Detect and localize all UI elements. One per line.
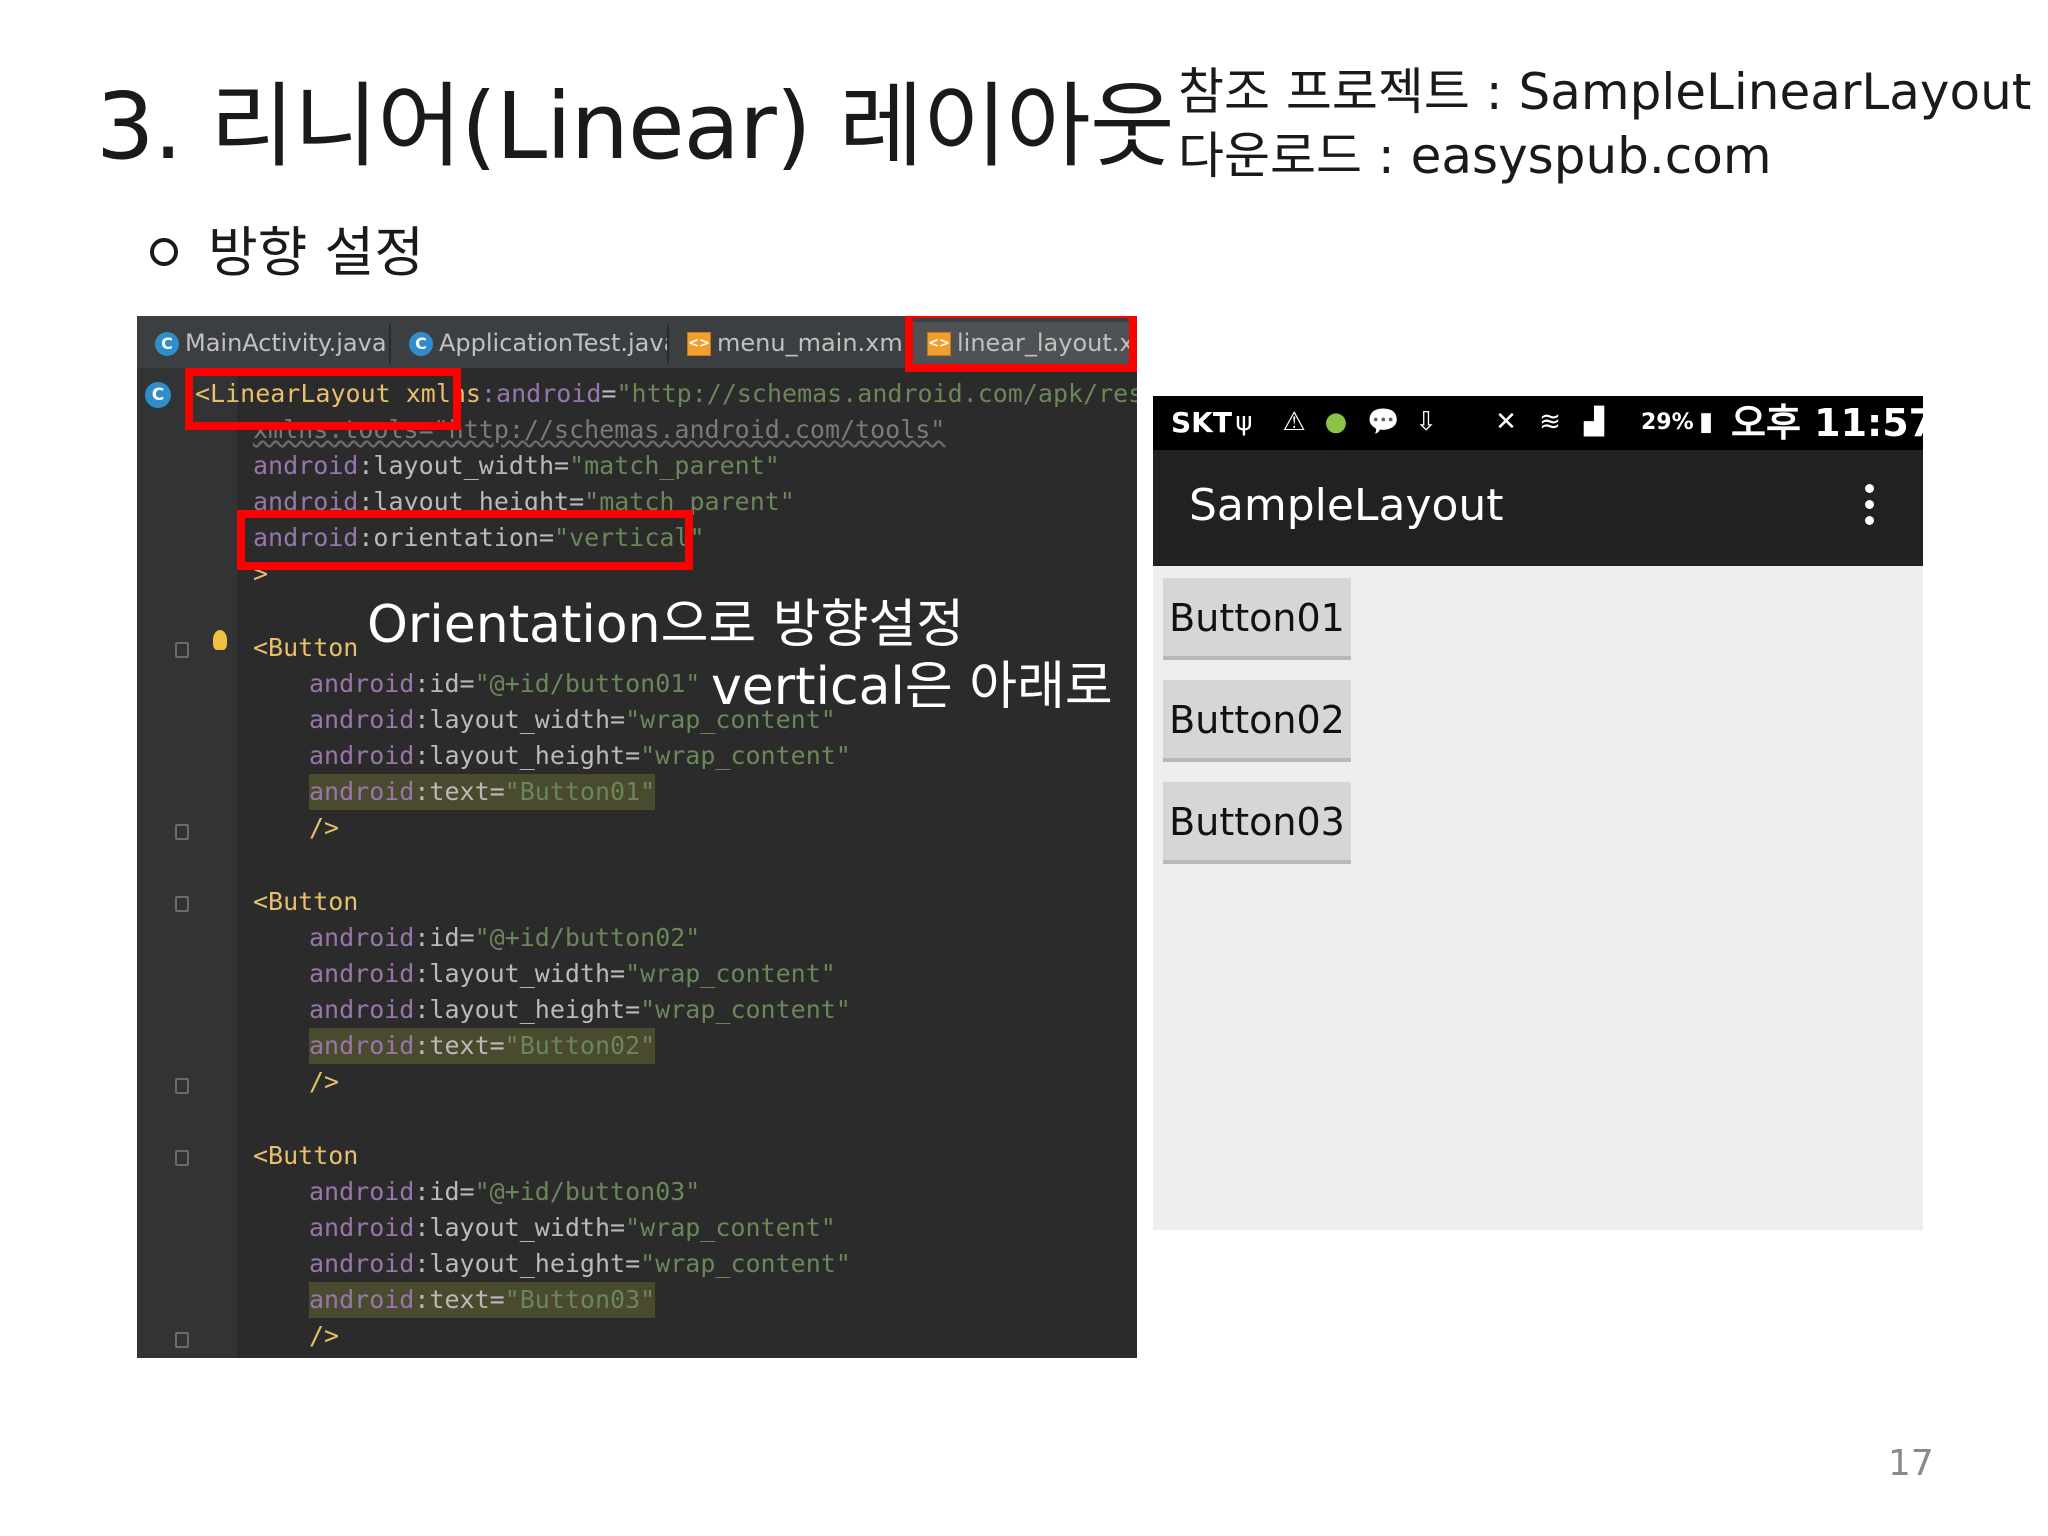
android-icon: ● xyxy=(1324,407,1348,437)
carrier-label: SKT xyxy=(1171,406,1232,439)
code-line: <Button xyxy=(253,887,359,916)
code-line: android:id="@+id/button02" xyxy=(309,923,701,952)
code-line: android:layout_width="match_parent" xyxy=(253,451,780,480)
usb-icon: ψ xyxy=(1235,407,1253,437)
code-line: android:layout_width="wrap_content" xyxy=(309,959,836,988)
wifi-icon: ≋ xyxy=(1539,407,1561,437)
highlight-box-linearlayout xyxy=(185,368,461,430)
button-01[interactable]: Button01 xyxy=(1163,578,1351,660)
android-phone-screenshot: SKT ψ ⚠ ● 💬 ⇩ ✕ ≋ ▟ 29% ▮ 오후 11:57 Sampl… xyxy=(1153,396,1923,1230)
code-line: android:layout_height="wrap_content" xyxy=(309,1249,851,1278)
slide-title: 3. 리니어(Linear) 레이아웃 xyxy=(96,73,1174,180)
fold-marker-icon xyxy=(175,824,189,840)
tab-menu-main-xml[interactable]: <>menu_main.xml× xyxy=(669,322,937,364)
tab-mainactivity[interactable]: CMainActivity.java× xyxy=(137,322,414,364)
tab-applicationtest[interactable]: CApplicationTest.java× xyxy=(391,322,706,364)
reference-download: 다운로드 : easyspub.com xyxy=(1178,127,1772,185)
code-line: android:layout_width="wrap_content" xyxy=(309,1213,836,1242)
code-line: android:id="@+id/button01" xyxy=(309,669,701,698)
class-marker-icon: C xyxy=(145,382,171,408)
code-line: /> xyxy=(309,813,340,842)
code-line: /> xyxy=(309,1321,340,1350)
bullet-circle-icon xyxy=(150,238,178,267)
xml-file-icon: <> xyxy=(687,332,711,356)
talk-icon: 💬 xyxy=(1367,407,1400,437)
button-02[interactable]: Button02 xyxy=(1163,680,1351,762)
code-line-text: android:text="Button03" xyxy=(309,1282,656,1318)
code-line: <Button xyxy=(253,1141,359,1170)
ide-editor-screenshot: CMainActivity.java× CApplicationTest.jav… xyxy=(137,316,1137,1358)
app-title: SampleLayout xyxy=(1189,480,1504,531)
button-03[interactable]: Button03 xyxy=(1163,782,1351,864)
tab-label: MainActivity.java xyxy=(185,329,387,357)
fold-marker-icon xyxy=(175,1332,189,1348)
highlight-box-orientation xyxy=(237,510,693,570)
bullet-item: 방향 설정 xyxy=(150,208,424,287)
battery-percent: 29% xyxy=(1641,410,1694,435)
reference-project: 참조 프로젝트 : SampleLinearLayout xyxy=(1178,63,2032,121)
download-icon: ⇩ xyxy=(1415,407,1437,437)
status-clock: 오후 11:57 xyxy=(1731,401,1923,445)
code-line: android:id="@+id/button03" xyxy=(309,1177,701,1206)
fold-marker-icon xyxy=(175,1078,189,1094)
annotation-line-2: vertical은 아래로 xyxy=(711,657,1113,717)
code-line: <Button xyxy=(253,633,359,662)
code-line: /> xyxy=(309,1067,340,1096)
page-number: 17 xyxy=(1888,1443,1934,1484)
fold-marker-icon xyxy=(175,896,189,912)
mute-icon: ✕ xyxy=(1495,407,1517,437)
tab-label: ApplicationTest.java xyxy=(439,329,679,357)
fold-marker-icon xyxy=(175,1150,189,1166)
signal-icon: ▟ xyxy=(1584,407,1604,437)
status-bar: SKT ψ ⚠ ● 💬 ⇩ ✕ ≋ ▟ 29% ▮ 오후 11:57 xyxy=(1153,396,1923,450)
action-bar: SampleLayout xyxy=(1153,450,1923,566)
lightbulb-icon xyxy=(213,630,227,650)
overflow-menu-icon[interactable] xyxy=(1863,484,1875,532)
code-line-text: android:text="Button02" xyxy=(309,1028,656,1064)
java-class-icon: C xyxy=(155,332,179,356)
warning-icon: ⚠ xyxy=(1282,407,1306,437)
highlight-box-active-tab xyxy=(905,316,1137,372)
bullet-text: 방향 설정 xyxy=(208,221,424,284)
code-line: android:layout_height="wrap_content" xyxy=(309,741,851,770)
java-class-icon: C xyxy=(409,332,433,356)
tab-label: menu_main.xml xyxy=(717,329,910,357)
battery-icon: ▮ xyxy=(1698,407,1714,437)
code-line-text: android:text="Button01" xyxy=(309,774,656,810)
editor-gutter xyxy=(137,368,237,1358)
fold-marker-icon xyxy=(175,642,189,658)
code-line: android:layout_height="wrap_content" xyxy=(309,995,851,1024)
